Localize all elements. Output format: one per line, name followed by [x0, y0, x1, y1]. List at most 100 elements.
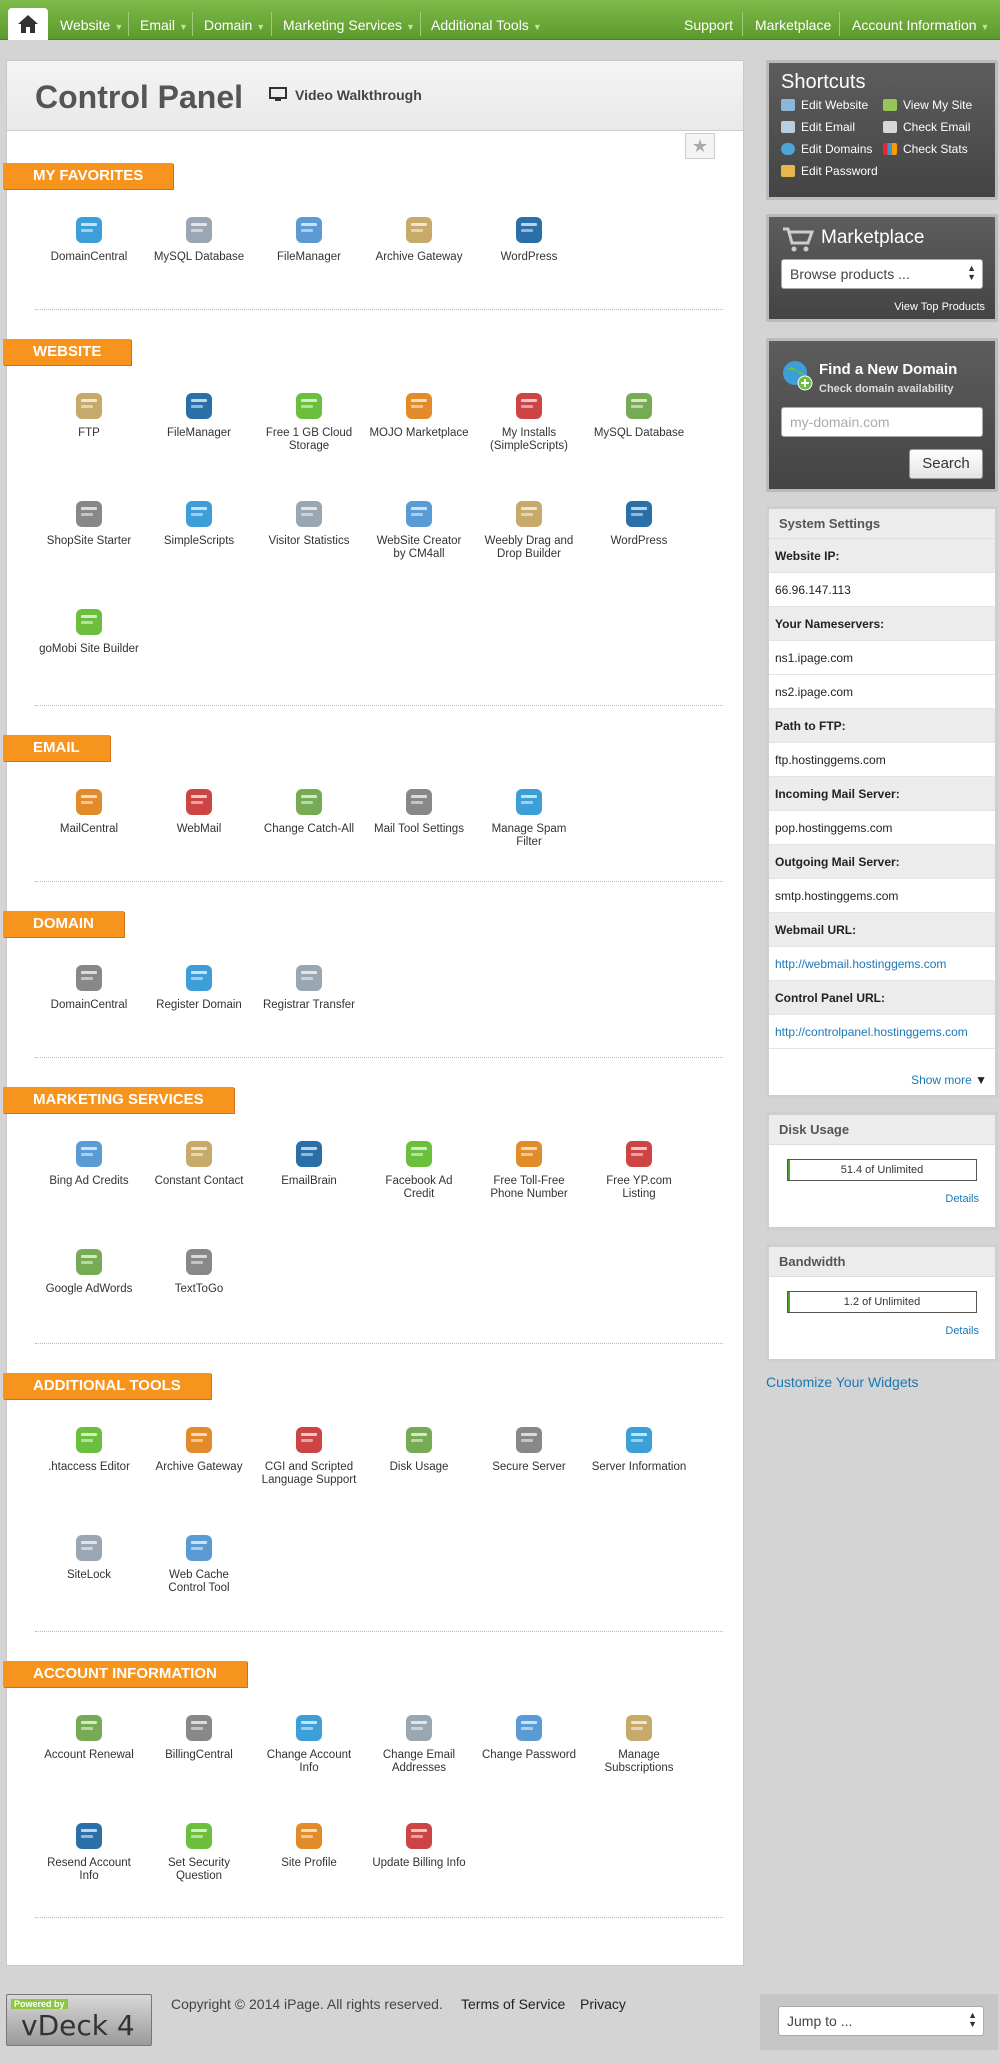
tool-emailbrain[interactable]: EmailBrain	[259, 1137, 359, 1188]
setting-value: pop.hostinggems.com	[769, 811, 995, 845]
register-domain-icon	[182, 961, 216, 995]
tool-filemanager[interactable]: FileManager	[259, 213, 359, 264]
shortcut-check-stats[interactable]: Check Stats	[883, 142, 968, 156]
shortcut-check-email[interactable]: Check Email	[883, 120, 970, 134]
vdeck-logo: Powered by vDeck 4	[6, 1994, 152, 2046]
find-domain-title: Find a New Domain	[819, 361, 958, 378]
tool-mysql-database[interactable]: MySQL Database	[589, 389, 689, 440]
tool-registrar-transfer[interactable]: Registrar Transfer	[259, 961, 359, 1012]
tool-set-security-question[interactable]: Set Security Question	[149, 1819, 249, 1883]
tool-disk-usage[interactable]: Disk Usage	[369, 1423, 469, 1474]
select-value: Browse products ...	[790, 266, 910, 282]
tool-mysql-database[interactable]: MySQL Database	[149, 213, 249, 264]
tool-resend-account-info[interactable]: Resend Account Info	[39, 1819, 139, 1883]
shortcut-edit-email[interactable]: Edit Email	[781, 120, 855, 134]
tool-visitor-statistics[interactable]: Visitor Statistics	[259, 497, 359, 548]
tool-secure-server[interactable]: Secure Server	[479, 1423, 579, 1474]
control-panel-main: Control Panel Video Walkthrough ★ MY FAV…	[3, 60, 744, 1966]
tool-google-adwords[interactable]: Google AdWords	[39, 1245, 139, 1296]
domain-search-input[interactable]: my-domain.com	[781, 407, 983, 437]
tool-change-email-addresses[interactable]: Change Email Addresses	[369, 1711, 469, 1775]
shortcut-label: Edit Password	[801, 164, 878, 178]
tool-label: Facebook Ad Credit	[385, 1175, 453, 1200]
tool-domaincentral[interactable]: DomainCentral	[39, 213, 139, 264]
nav-website[interactable]: Website ▼	[60, 0, 123, 40]
edit-website-icon	[781, 99, 795, 111]
tool-change-password[interactable]: Change Password	[479, 1711, 579, 1762]
view-top-products-link[interactable]: View Top Products	[894, 301, 985, 313]
tool-register-domain[interactable]: Register Domain	[149, 961, 249, 1012]
tool-change-account-info[interactable]: Change Account Info	[259, 1711, 359, 1775]
tool-sitelock[interactable]: SiteLock	[39, 1531, 139, 1582]
shortcut-edit-password[interactable]: Edit Password	[781, 164, 878, 178]
tool-server-information[interactable]: Server Information	[589, 1423, 689, 1474]
browse-products-select[interactable]: Browse products ... ▲ ▼	[781, 259, 983, 289]
tool-archive-gateway[interactable]: Archive Gateway	[149, 1423, 249, 1474]
tool-manage-subscriptions[interactable]: Manage Subscriptions	[589, 1711, 689, 1775]
nav-marketing-services[interactable]: Marketing Services ▼	[283, 0, 415, 40]
tool-my-installs-simplescripts[interactable]: My Installs (SimpleScripts)	[479, 389, 579, 453]
shortcut-edit-domains[interactable]: Edit Domains	[781, 142, 872, 156]
video-walkthrough-link[interactable]: Video Walkthrough	[269, 87, 422, 103]
tool-wordpress[interactable]: WordPress	[479, 213, 579, 264]
bandwidth-fill	[788, 1292, 790, 1312]
jump-to-select[interactable]: Jump to ... ▲ ▼	[778, 2006, 984, 2036]
tool-site-profile[interactable]: Site Profile	[259, 1819, 359, 1870]
tool-htaccess-editor[interactable]: .htaccess Editor	[39, 1423, 139, 1474]
tool-simplescripts[interactable]: SimpleScripts	[149, 497, 249, 548]
favorite-star-button[interactable]: ★	[685, 133, 715, 159]
nav-marketplace[interactable]: Marketplace	[755, 0, 831, 40]
setting-url-link[interactable]: http://webmail.hostinggems.com	[769, 947, 995, 981]
tool-texttogo[interactable]: TextToGo	[149, 1245, 249, 1296]
tool-manage-spam-filter[interactable]: Manage Spam Filter	[479, 785, 579, 849]
terms-of-service-link[interactable]: Terms of Service	[461, 1996, 565, 2012]
tool-label: BillingCentral	[165, 1749, 233, 1761]
tool-free-toll-free-phone-number[interactable]: Free Toll-Free Phone Number	[479, 1137, 579, 1201]
setting-url-link[interactable]: http://controlpanel.hostinggems.com	[769, 1015, 995, 1049]
tool-label: Archive Gateway	[375, 251, 463, 263]
tool-cgi-and-scripted-language-support[interactable]: CGI and Scripted Language Support	[259, 1423, 359, 1487]
tool-weebly-drag-and-drop-builder[interactable]: Weebly Drag and Drop Builder	[479, 497, 579, 561]
tool-ftp[interactable]: FTP	[39, 389, 139, 440]
nav-support[interactable]: Support	[684, 0, 733, 40]
nav-additional-tools[interactable]: Additional Tools ▼	[431, 0, 542, 40]
nav-domain[interactable]: Domain ▼	[204, 0, 265, 40]
tool-update-billing-info[interactable]: Update Billing Info	[369, 1819, 469, 1870]
show-more-link[interactable]: Show more ▼	[911, 1073, 987, 1087]
disk-details-link[interactable]: Details	[945, 1193, 979, 1205]
video-walkthrough-label: Video Walkthrough	[295, 87, 422, 103]
tool-facebook-ad-credit[interactable]: Facebook Ad Credit	[369, 1137, 469, 1201]
tool-domaincentral[interactable]: DomainCentral	[39, 961, 139, 1012]
nav-account-information[interactable]: Account Information ▼	[852, 0, 989, 40]
tool-change-catch-all[interactable]: Change Catch-All	[259, 785, 359, 836]
tool-label: CGI and Scripted Language Support	[261, 1461, 357, 1486]
tool-mail-tool-settings[interactable]: Mail Tool Settings	[369, 785, 469, 836]
tool-webmail[interactable]: WebMail	[149, 785, 249, 836]
home-button[interactable]	[8, 8, 48, 40]
tool-free-1-gb-cloud-storage[interactable]: Free 1 GB Cloud Storage	[259, 389, 359, 453]
shortcut-view-my-site[interactable]: View My Site	[883, 98, 972, 112]
tool-shopsite-starter[interactable]: ShopSite Starter	[39, 497, 139, 548]
tool-filemanager[interactable]: FileManager	[149, 389, 249, 440]
privacy-link[interactable]: Privacy	[580, 1996, 626, 2012]
tool-gomobi-site-builder[interactable]: goMobi Site Builder	[39, 605, 139, 656]
tool-label: MySQL Database	[593, 427, 685, 439]
tool-archive-gateway[interactable]: Archive Gateway	[369, 213, 469, 264]
bandwidth-value: 1.2 of Unlimited	[843, 1296, 921, 1308]
tool-wordpress[interactable]: WordPress	[589, 497, 689, 548]
domain-search-button[interactable]: Search	[909, 449, 983, 479]
tool-constant-contact[interactable]: Constant Contact	[149, 1137, 249, 1188]
tool-website-creator-by-cm4all[interactable]: WebSite Creator by CM4all	[369, 497, 469, 561]
tool-mojo-marketplace[interactable]: MOJO Marketplace	[369, 389, 469, 440]
tool-free-yp-com-listing[interactable]: Free YP.com Listing	[589, 1137, 689, 1201]
bandwidth-details-link[interactable]: Details	[945, 1325, 979, 1337]
customize-widgets-link[interactable]: Customize Your Widgets	[766, 1374, 919, 1390]
tool-bing-ad-credits[interactable]: Bing Ad Credits	[39, 1137, 139, 1188]
shortcut-edit-website[interactable]: Edit Website	[781, 98, 868, 112]
nav-email[interactable]: Email ▼	[140, 0, 188, 40]
tool-billingcentral[interactable]: BillingCentral	[149, 1711, 249, 1762]
tool-web-cache-control-tool[interactable]: Web Cache Control Tool	[149, 1531, 249, 1595]
tool-mailcentral[interactable]: MailCentral	[39, 785, 139, 836]
disk-usage-meter: 51.4 of Unlimited	[787, 1159, 977, 1181]
tool-account-renewal[interactable]: Account Renewal	[39, 1711, 139, 1762]
